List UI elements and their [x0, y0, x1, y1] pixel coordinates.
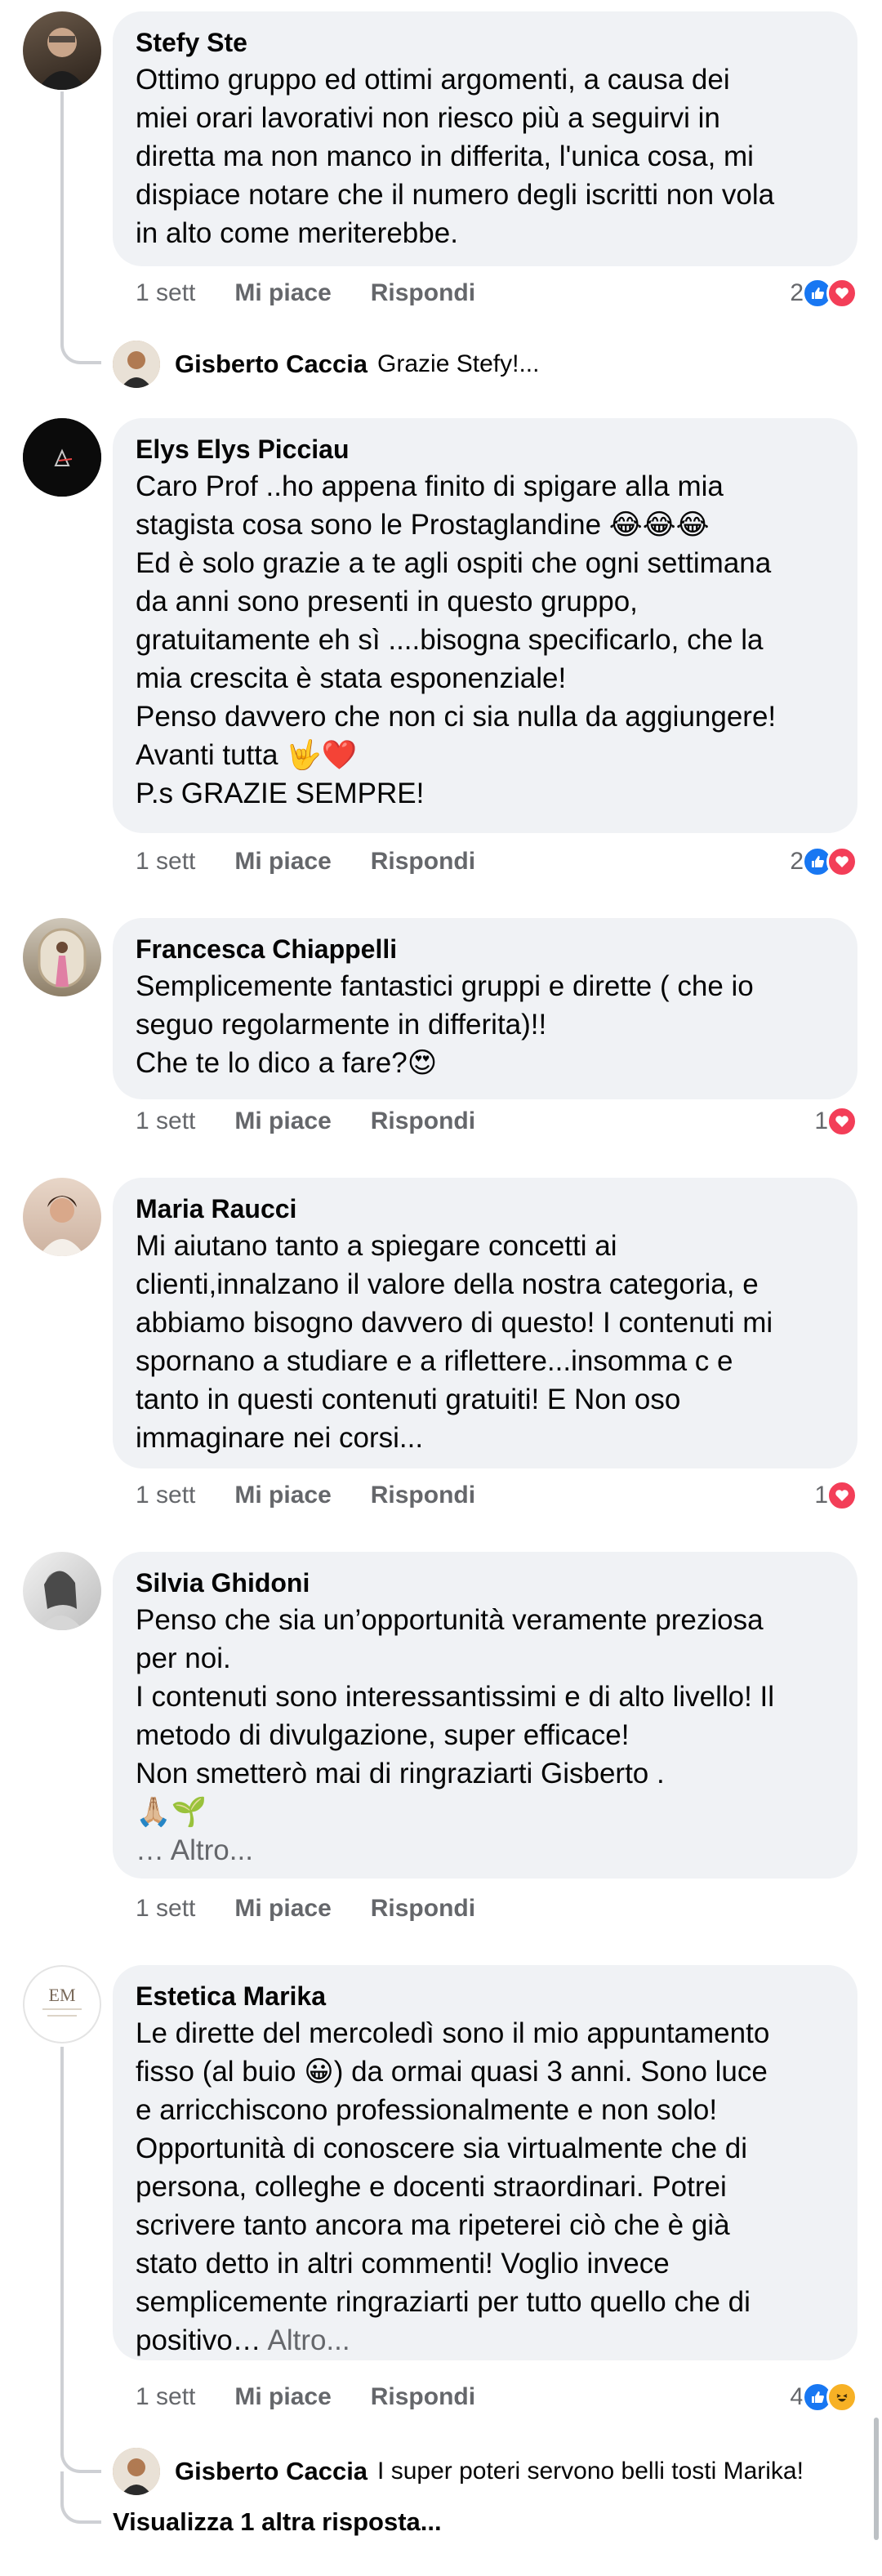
reply-text: Grazie Stefy!... — [377, 350, 540, 377]
svg-text:EM: EM — [49, 1985, 76, 2005]
love-icon — [826, 1106, 858, 1137]
reaction-summary[interactable]: 1 — [814, 1101, 858, 1142]
comment-text: Semplicemente fantastici gruppi e dirett… — [136, 970, 754, 1079]
reply-button[interactable]: Rispondi — [371, 2383, 475, 2411]
comment-author[interactable]: Silvia Ghidoni — [136, 1565, 835, 1601]
comment-actions: 1 sett Mi piace Rispondi — [136, 2377, 514, 2418]
comment-actions: 1 sett Mi piace Rispondi — [136, 1888, 514, 1929]
comment-actions: 1 sett Mi piace Rispondi — [136, 1101, 514, 1142]
avatar[interactable] — [23, 1552, 101, 1630]
thread-line — [60, 2047, 64, 2455]
reply-author[interactable]: Gisberto Caccia — [175, 350, 368, 379]
thread-elbow — [60, 327, 101, 364]
comment-bubble: Estetica Marika Le dirette del mercoledì… — [113, 1965, 858, 2360]
comment-time[interactable]: 1 sett — [136, 1108, 195, 1135]
comment-actions: 1 sett Mi piace Rispondi — [136, 273, 514, 314]
reply-author[interactable]: Gisberto Caccia — [175, 2457, 368, 2486]
reply-button[interactable]: Rispondi — [371, 848, 475, 876]
scrollbar[interactable] — [874, 2418, 879, 2540]
comment-author[interactable]: Elys Elys Picciau — [136, 431, 835, 467]
avatar[interactable] — [23, 418, 101, 497]
thread-line — [60, 91, 64, 336]
comment-time[interactable]: 1 sett — [136, 279, 195, 307]
reply-preview[interactable]: Gisberto Caccia I super poteri servono b… — [113, 2447, 804, 2496]
like-button[interactable]: Mi piace — [234, 279, 331, 307]
haha-icon — [826, 2382, 858, 2413]
view-more-replies-link[interactable]: Visualizza 1 altra risposta... — [113, 2507, 442, 2537]
comment-time[interactable]: 1 sett — [136, 1895, 195, 1923]
see-more-link[interactable]: Altro... — [267, 2324, 350, 2356]
like-button[interactable]: Mi piace — [234, 2383, 331, 2411]
comment-actions: 1 sett Mi piace Rispondi — [136, 1475, 514, 1516]
thread-elbow — [60, 2471, 101, 2524]
comment-bubble: Maria Raucci Mi aiutano tanto a spiegare… — [113, 1178, 858, 1468]
comment-time[interactable]: 1 sett — [136, 1482, 195, 1509]
avatar[interactable] — [23, 1178, 101, 1256]
reaction-summary[interactable]: 1 — [814, 1475, 858, 1516]
comment-author[interactable]: Francesca Chiappelli — [136, 931, 835, 967]
love-icon — [826, 1480, 858, 1511]
comment-text: Caro Prof ..ho appena finito di spigare … — [136, 470, 777, 809]
reply-button[interactable]: Rispondi — [371, 1895, 475, 1923]
comment-bubble: Stefy Ste Ottimo gruppo ed ottimi argome… — [113, 11, 858, 266]
comment-time[interactable]: 1 sett — [136, 848, 195, 876]
love-icon — [826, 278, 858, 309]
comment-author[interactable]: Estetica Marika — [136, 1978, 835, 2014]
comment-text: Le dirette del mercoledì sono il mio app… — [136, 2014, 835, 2360]
see-more-link[interactable]: … Altro... — [136, 1831, 835, 1870]
reply-preview[interactable]: Gisberto Caccia Grazie Stefy!... — [113, 340, 539, 389]
like-button[interactable]: Mi piace — [234, 848, 331, 876]
like-button[interactable]: Mi piace — [234, 1108, 331, 1135]
like-button[interactable]: Mi piace — [234, 1895, 331, 1923]
avatar[interactable]: EM — [23, 1965, 101, 2043]
reaction-summary[interactable]: 2 — [790, 841, 858, 882]
comment-author[interactable]: Stefy Ste — [136, 25, 835, 60]
comment-bubble: Francesca Chiappelli Semplicemente fanta… — [113, 918, 858, 1099]
thread-elbow — [60, 2447, 101, 2473]
avatar[interactable] — [23, 11, 101, 90]
reply-text: I super poteri servono belli tosti Marik… — [377, 2458, 804, 2485]
comment-text: Ottimo gruppo ed ottimi argomenti, a cau… — [136, 64, 775, 249]
estetica-marika-logo: EM — [42, 1985, 82, 2017]
comment-text: Penso che sia un’opportunità veramente p… — [136, 1604, 775, 1828]
avatar[interactable] — [113, 341, 160, 388]
reaction-summary[interactable]: 4 — [790, 2377, 858, 2418]
reply-button[interactable]: Rispondi — [371, 279, 475, 307]
comment-bubble: Silvia Ghidoni Penso che sia un’opportun… — [113, 1552, 858, 1879]
comment-actions: 1 sett Mi piace Rispondi — [136, 841, 514, 882]
reply-button[interactable]: Rispondi — [371, 1108, 475, 1135]
comment-text: Mi aiutano tanto a spiegare concetti ai … — [136, 1230, 773, 1454]
reaction-summary[interactable]: 2 — [790, 273, 858, 314]
like-button[interactable]: Mi piace — [234, 1482, 331, 1509]
avatar[interactable] — [113, 2448, 160, 2495]
comment-body: Le dirette del mercoledì sono il mio app… — [136, 2017, 770, 2356]
comment-bubble: Elys Elys Picciau Caro Prof ..ho appena … — [113, 418, 858, 833]
love-icon — [826, 846, 858, 877]
comment-time[interactable]: 1 sett — [136, 2383, 195, 2411]
reply-button[interactable]: Rispondi — [371, 1482, 475, 1509]
avatar[interactable] — [23, 918, 101, 996]
comment-author[interactable]: Maria Raucci — [136, 1191, 835, 1227]
